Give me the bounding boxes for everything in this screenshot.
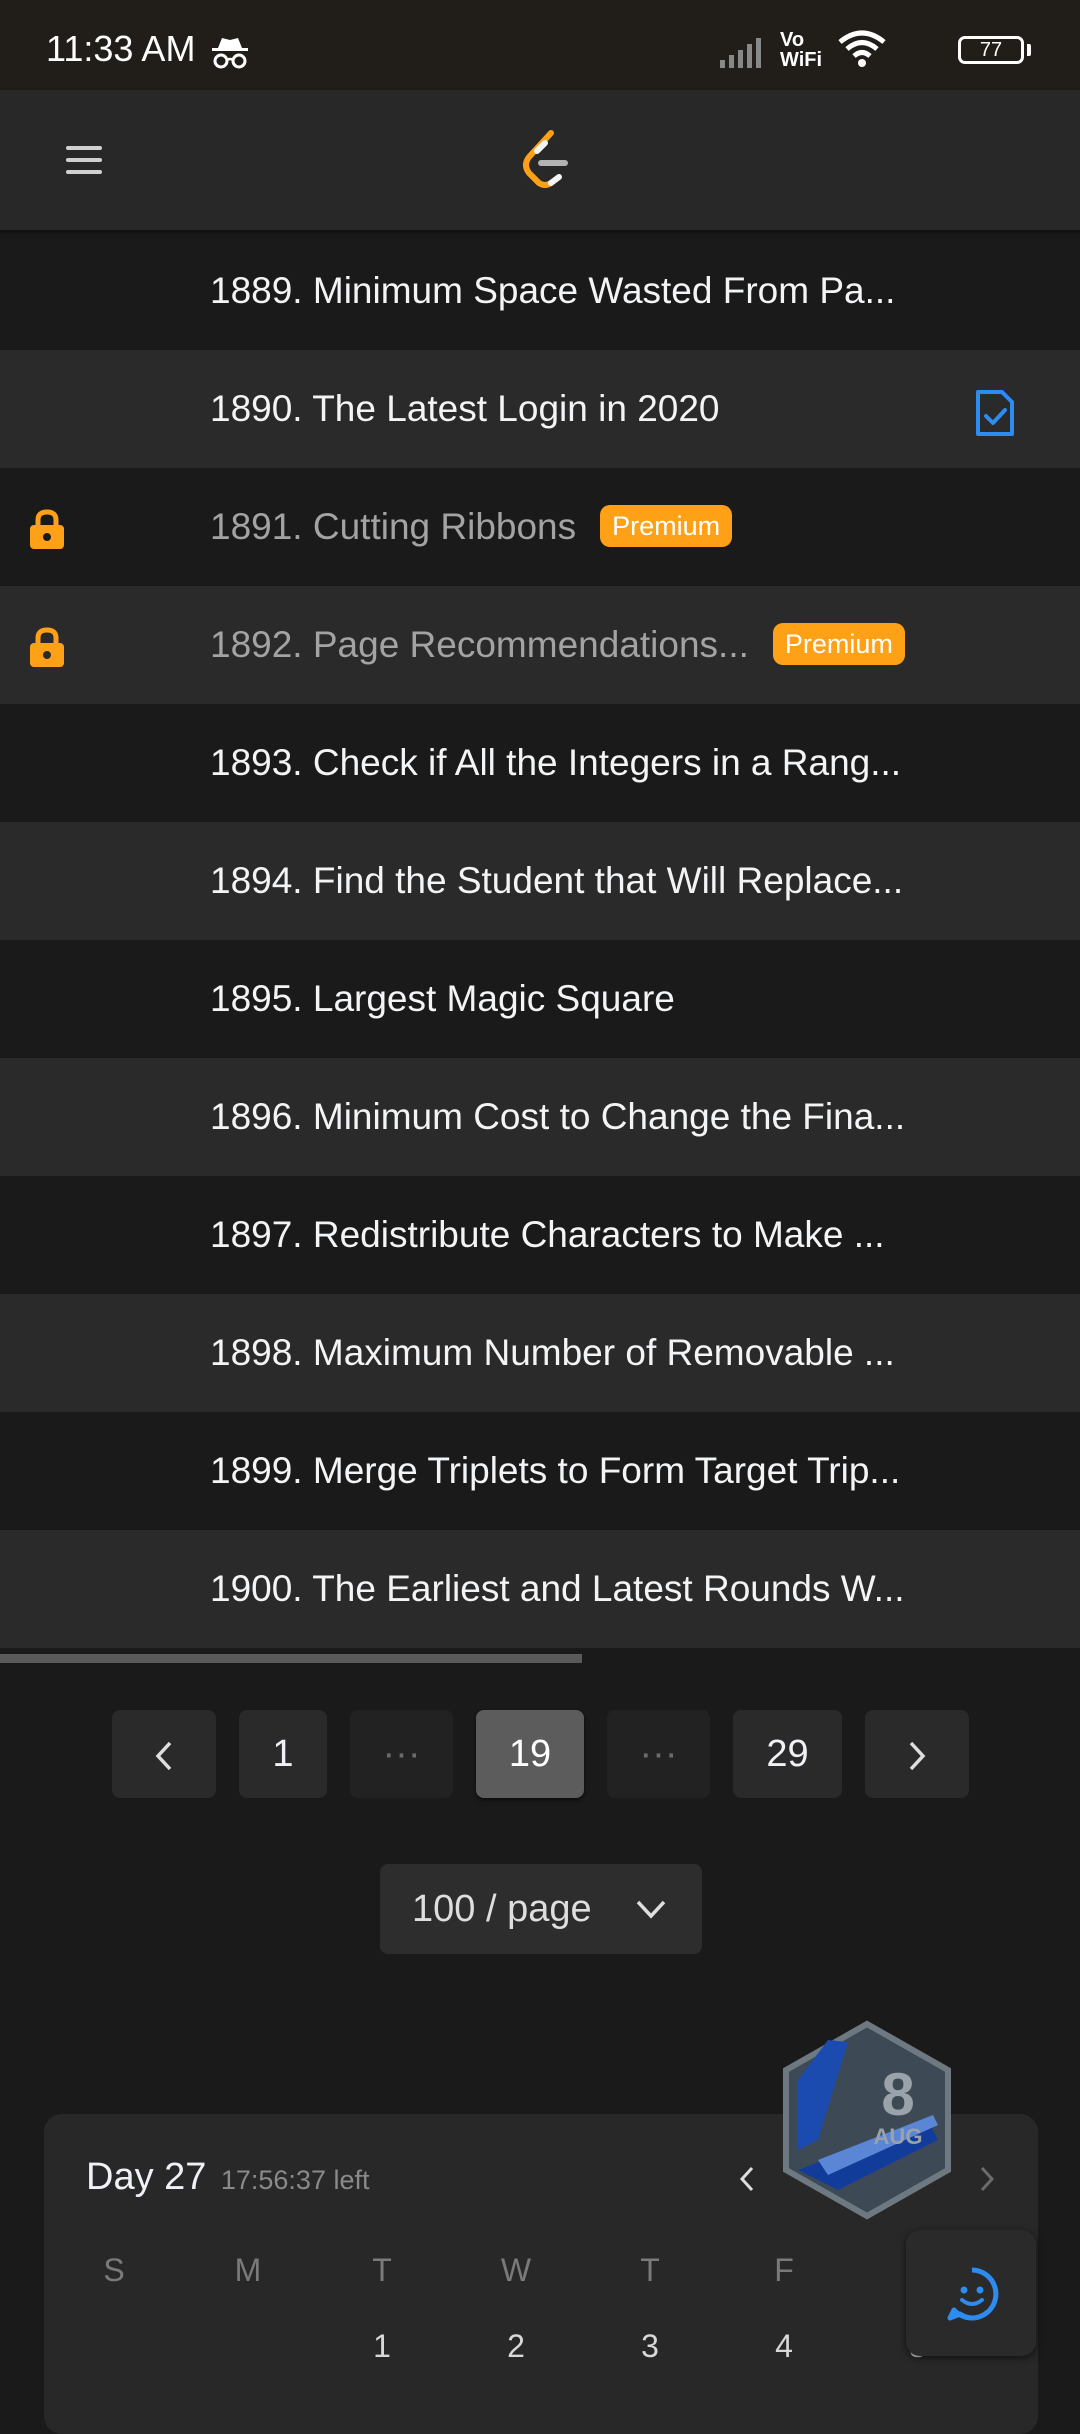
problem-title[interactable]: 1889. Minimum Space Wasted From Pa... [210, 232, 895, 350]
problem-row[interactable]: 1900. The Earliest and Latest Rounds W..… [0, 1530, 1080, 1648]
problem-row[interactable]: 1889. Minimum Space Wasted From Pa... [0, 232, 1080, 350]
problem-title[interactable]: 1897. Redistribute Characters to Make ..… [210, 1176, 885, 1294]
vowifi-top: Vo [780, 29, 805, 51]
problem-row[interactable]: 1897. Redistribute Characters to Make ..… [0, 1176, 1080, 1294]
weekday-label: W [500, 2252, 532, 2288]
weekday-label: S [103, 2252, 125, 2288]
solved-check-icon [976, 390, 1014, 436]
chevron-down-icon [636, 1900, 666, 1919]
calendar-date[interactable]: 4 [754, 2328, 814, 2365]
problem-title[interactable]: 1892. Page Recommendations... Premium [210, 586, 905, 704]
problem-row[interactable]: 1892. Page Recommendations... Premium [0, 586, 1080, 704]
page-ellipsis-left[interactable]: ··· [350, 1710, 453, 1798]
problem-row[interactable]: 1893. Check if All the Integers in a Ran… [0, 704, 1080, 822]
status-time: 11:33 AM [46, 28, 196, 69]
page-1-button[interactable]: 1 [239, 1710, 327, 1798]
page-19-button[interactable]: 19 [476, 1710, 584, 1798]
problem-title[interactable]: 1898. Maximum Number of Removable ... [210, 1294, 895, 1412]
signal-icon [720, 38, 761, 68]
page-size-value: 100 / page [412, 1888, 592, 1930]
problem-title[interactable]: 1890. The Latest Login in 2020 [210, 350, 720, 468]
smiley-chat-icon [947, 2267, 999, 2321]
vowifi-label: Vo WiFi [780, 30, 828, 70]
problem-title[interactable]: 1893. Check if All the Integers in a Ran… [210, 704, 901, 822]
prev-page-button[interactable] [112, 1710, 216, 1798]
premium-badge: Premium [772, 623, 905, 666]
calendar-date[interactable]: 3 [620, 2328, 680, 2365]
problem-row[interactable]: 1898. Maximum Number of Removable ... [0, 1294, 1080, 1412]
weekday-label: T [372, 2252, 392, 2288]
leetcode-logo-icon[interactable] [515, 125, 575, 195]
problem-title[interactable]: 1899. Merge Triplets to Form Target Trip… [210, 1412, 900, 1530]
calendar-date[interactable]: 1 [352, 2328, 412, 2365]
lock-icon [30, 627, 64, 667]
calendar-day-label: Day 27 [86, 2156, 207, 2198]
page-ellipsis-right[interactable]: ··· [607, 1710, 710, 1798]
lock-icon [30, 509, 64, 549]
weekday-label: F [774, 2252, 794, 2288]
next-page-button[interactable] [865, 1710, 969, 1798]
app-header [0, 90, 1080, 230]
badge-month: AUG [874, 2124, 923, 2149]
calendar-header: Day 27 17:56:37 left [86, 2156, 369, 2199]
wifi-icon [838, 30, 886, 67]
monthly-badge-icon[interactable]: 8 AUG [778, 2020, 956, 2220]
problem-row[interactable]: 1899. Merge Triplets to Form Target Trip… [0, 1412, 1080, 1530]
battery-icon: 77 [958, 36, 1024, 64]
problem-title[interactable]: 1896. Minimum Cost to Change the Fina... [210, 1058, 905, 1176]
battery-tip [1027, 44, 1031, 56]
weekday-label: M [234, 2252, 262, 2288]
problem-title[interactable]: 1891. Cutting Ribbons Premium [210, 468, 733, 586]
badge-number: 8 [881, 2061, 914, 2128]
problem-list: 1889. Minimum Space Wasted From Pa... 18… [0, 232, 1080, 1648]
page-29-button[interactable]: 29 [733, 1710, 842, 1798]
problem-row[interactable]: 1895. Largest Magic Square [0, 940, 1080, 1058]
problem-row[interactable]: 1890. The Latest Login in 2020 [0, 350, 1080, 468]
problem-title[interactable]: 1894. Find the Student that Will Replace… [210, 822, 903, 940]
problem-row[interactable]: 1894. Find the Student that Will Replace… [0, 822, 1080, 940]
calendar-date[interactable]: 2 [486, 2328, 546, 2365]
horizontal-scrollbar[interactable] [0, 1654, 582, 1663]
problem-row[interactable]: 1896. Minimum Cost to Change the Fina... [0, 1058, 1080, 1176]
chevron-right-icon [909, 1741, 926, 1771]
feedback-chat-button[interactable] [906, 2230, 1036, 2356]
problem-title-text[interactable]: 1892. Page Recommendations... [210, 624, 749, 665]
vowifi-bottom: WiFi [780, 49, 823, 71]
problem-title[interactable]: 1895. Largest Magic Square [210, 940, 675, 1058]
incognito-icon [212, 38, 248, 69]
page-size-select[interactable]: 100 / page [380, 1864, 702, 1954]
chevron-left-icon [155, 1741, 172, 1771]
premium-badge: Premium [600, 505, 733, 548]
hamburger-menu-icon[interactable] [60, 130, 110, 190]
calendar-prev-month-icon[interactable] [734, 2162, 758, 2196]
status-bar: 11:33 AM Vo WiFi 77 [0, 0, 1080, 90]
calendar-time-left: 17:56:37 left [220, 2165, 370, 2195]
problem-title-text[interactable]: 1891. Cutting Ribbons [210, 506, 576, 547]
weekday-label: T [640, 2252, 660, 2288]
battery-level: 77 [979, 39, 1003, 61]
problem-title[interactable]: 1900. The Earliest and Latest Rounds W..… [210, 1530, 905, 1648]
calendar-next-month-icon[interactable] [976, 2162, 1000, 2196]
problem-row[interactable]: 1891. Cutting Ribbons Premium [0, 468, 1080, 586]
